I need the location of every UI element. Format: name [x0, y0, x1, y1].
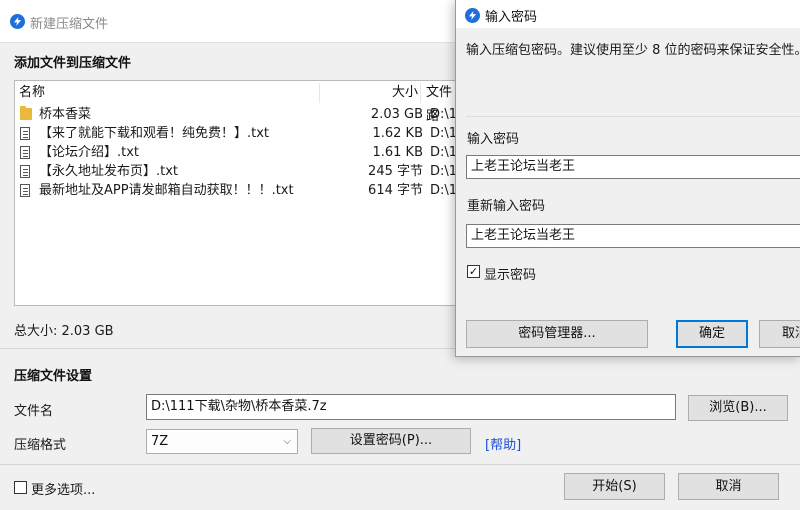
set-password-button[interactable]: 设置密码(P)...	[311, 428, 471, 454]
more-options-checkbox[interactable]	[14, 481, 27, 494]
main-window-title: 新建压缩文件	[30, 17, 109, 32]
more-options-label[interactable]: 更多选项...	[31, 479, 95, 498]
checkmark-icon: ✓	[468, 265, 479, 278]
format-label: 压缩格式	[14, 438, 67, 453]
password-dialog-title-bar: 输入密码	[456, 0, 800, 28]
file-row[interactable]: 【来了就能下载和观看！纯免费！】.txt 1.62 KB D:\11	[19, 124, 465, 143]
chevron-down-icon: ⌵	[283, 436, 291, 447]
file-size: 2.03 GB	[370, 107, 423, 122]
column-divider	[319, 83, 320, 103]
file-size: 1.61 KB	[372, 145, 423, 160]
column-header-name[interactable]: 名称	[19, 81, 45, 105]
file-size: 614 字节	[368, 183, 423, 198]
app-logo-icon	[465, 8, 480, 23]
file-row[interactable]: 最新地址及APP请发邮箱自动获取！！！.txt 614 字节 D:\11	[19, 181, 465, 200]
password-label: 输入密码	[467, 132, 520, 147]
password-manager-button[interactable]: 密码管理器...	[466, 320, 648, 348]
password-input[interactable]: 上老王论坛当老王	[466, 155, 800, 179]
total-size-label: 总大小: 2.03 GB	[14, 324, 114, 339]
archive-settings-heading: 压缩文件设置	[14, 369, 93, 384]
app-logo-icon	[10, 14, 25, 29]
text-file-icon	[20, 165, 30, 178]
dialog-cancel-button[interactable]: 取消	[759, 320, 800, 348]
help-link[interactable]: [帮助]	[485, 434, 521, 453]
section-divider	[466, 116, 800, 117]
filename-label: 文件名	[14, 404, 54, 419]
file-row-folder[interactable]: 桥本香菜 2.03 GB D:\11	[19, 105, 465, 124]
show-password-label[interactable]: 显示密码	[484, 264, 536, 283]
start-button[interactable]: 开始(S)	[564, 473, 665, 500]
file-size: 245 字节	[368, 164, 423, 179]
text-file-icon	[20, 146, 30, 159]
file-name: 桥本香菜	[39, 107, 92, 122]
file-name: 最新地址及APP请发邮箱自动获取！！！.txt	[39, 183, 294, 198]
show-password-checkbox[interactable]: ✓	[467, 265, 480, 278]
section-divider	[0, 464, 800, 465]
folder-icon	[20, 106, 32, 120]
file-row[interactable]: 【论坛介绍】.txt 1.61 KB D:\11	[19, 143, 465, 162]
file-row[interactable]: 【永久地址发布页】.txt 245 字节 D:\11	[19, 162, 465, 181]
file-list[interactable]: 名称 大小 文件路 桥本香菜 2.03 GB D:\11 【来了就能下载和观看！…	[14, 80, 465, 306]
column-header-path[interactable]: 文件路	[426, 81, 457, 124]
ok-button[interactable]: 确定	[676, 320, 748, 348]
column-divider	[420, 83, 421, 103]
reenter-password-input[interactable]: 上老王论坛当老王	[466, 224, 800, 248]
password-dialog: 输入密码 输入压缩包密码。建议使用至少 8 位的密码来保证安全性。 输入密码 上…	[455, 0, 800, 357]
password-dialog-title: 输入密码	[485, 10, 538, 25]
add-files-heading: 添加文件到压缩文件	[14, 56, 132, 71]
format-select-value: 7Z	[151, 434, 169, 449]
file-name: 【来了就能下载和观看！纯免费！】.txt	[39, 126, 270, 141]
password-description: 输入压缩包密码。建议使用至少 8 位的密码来保证安全性。	[466, 43, 800, 58]
browse-button[interactable]: 浏览(B)...	[688, 395, 788, 421]
file-name: 【论坛介绍】.txt	[39, 145, 140, 160]
file-name: 【永久地址发布页】.txt	[39, 164, 179, 179]
text-file-icon	[20, 127, 30, 140]
cancel-button[interactable]: 取消	[678, 473, 779, 500]
reenter-password-label: 重新输入密码	[467, 199, 546, 214]
filename-input[interactable]: D:\111下载\杂物\桥本香菜.7z	[146, 394, 676, 420]
file-size: 1.62 KB	[372, 126, 423, 141]
format-select[interactable]: 7Z ⌵	[146, 429, 298, 454]
column-header-size[interactable]: 大小	[392, 81, 418, 105]
text-file-icon	[20, 184, 30, 197]
